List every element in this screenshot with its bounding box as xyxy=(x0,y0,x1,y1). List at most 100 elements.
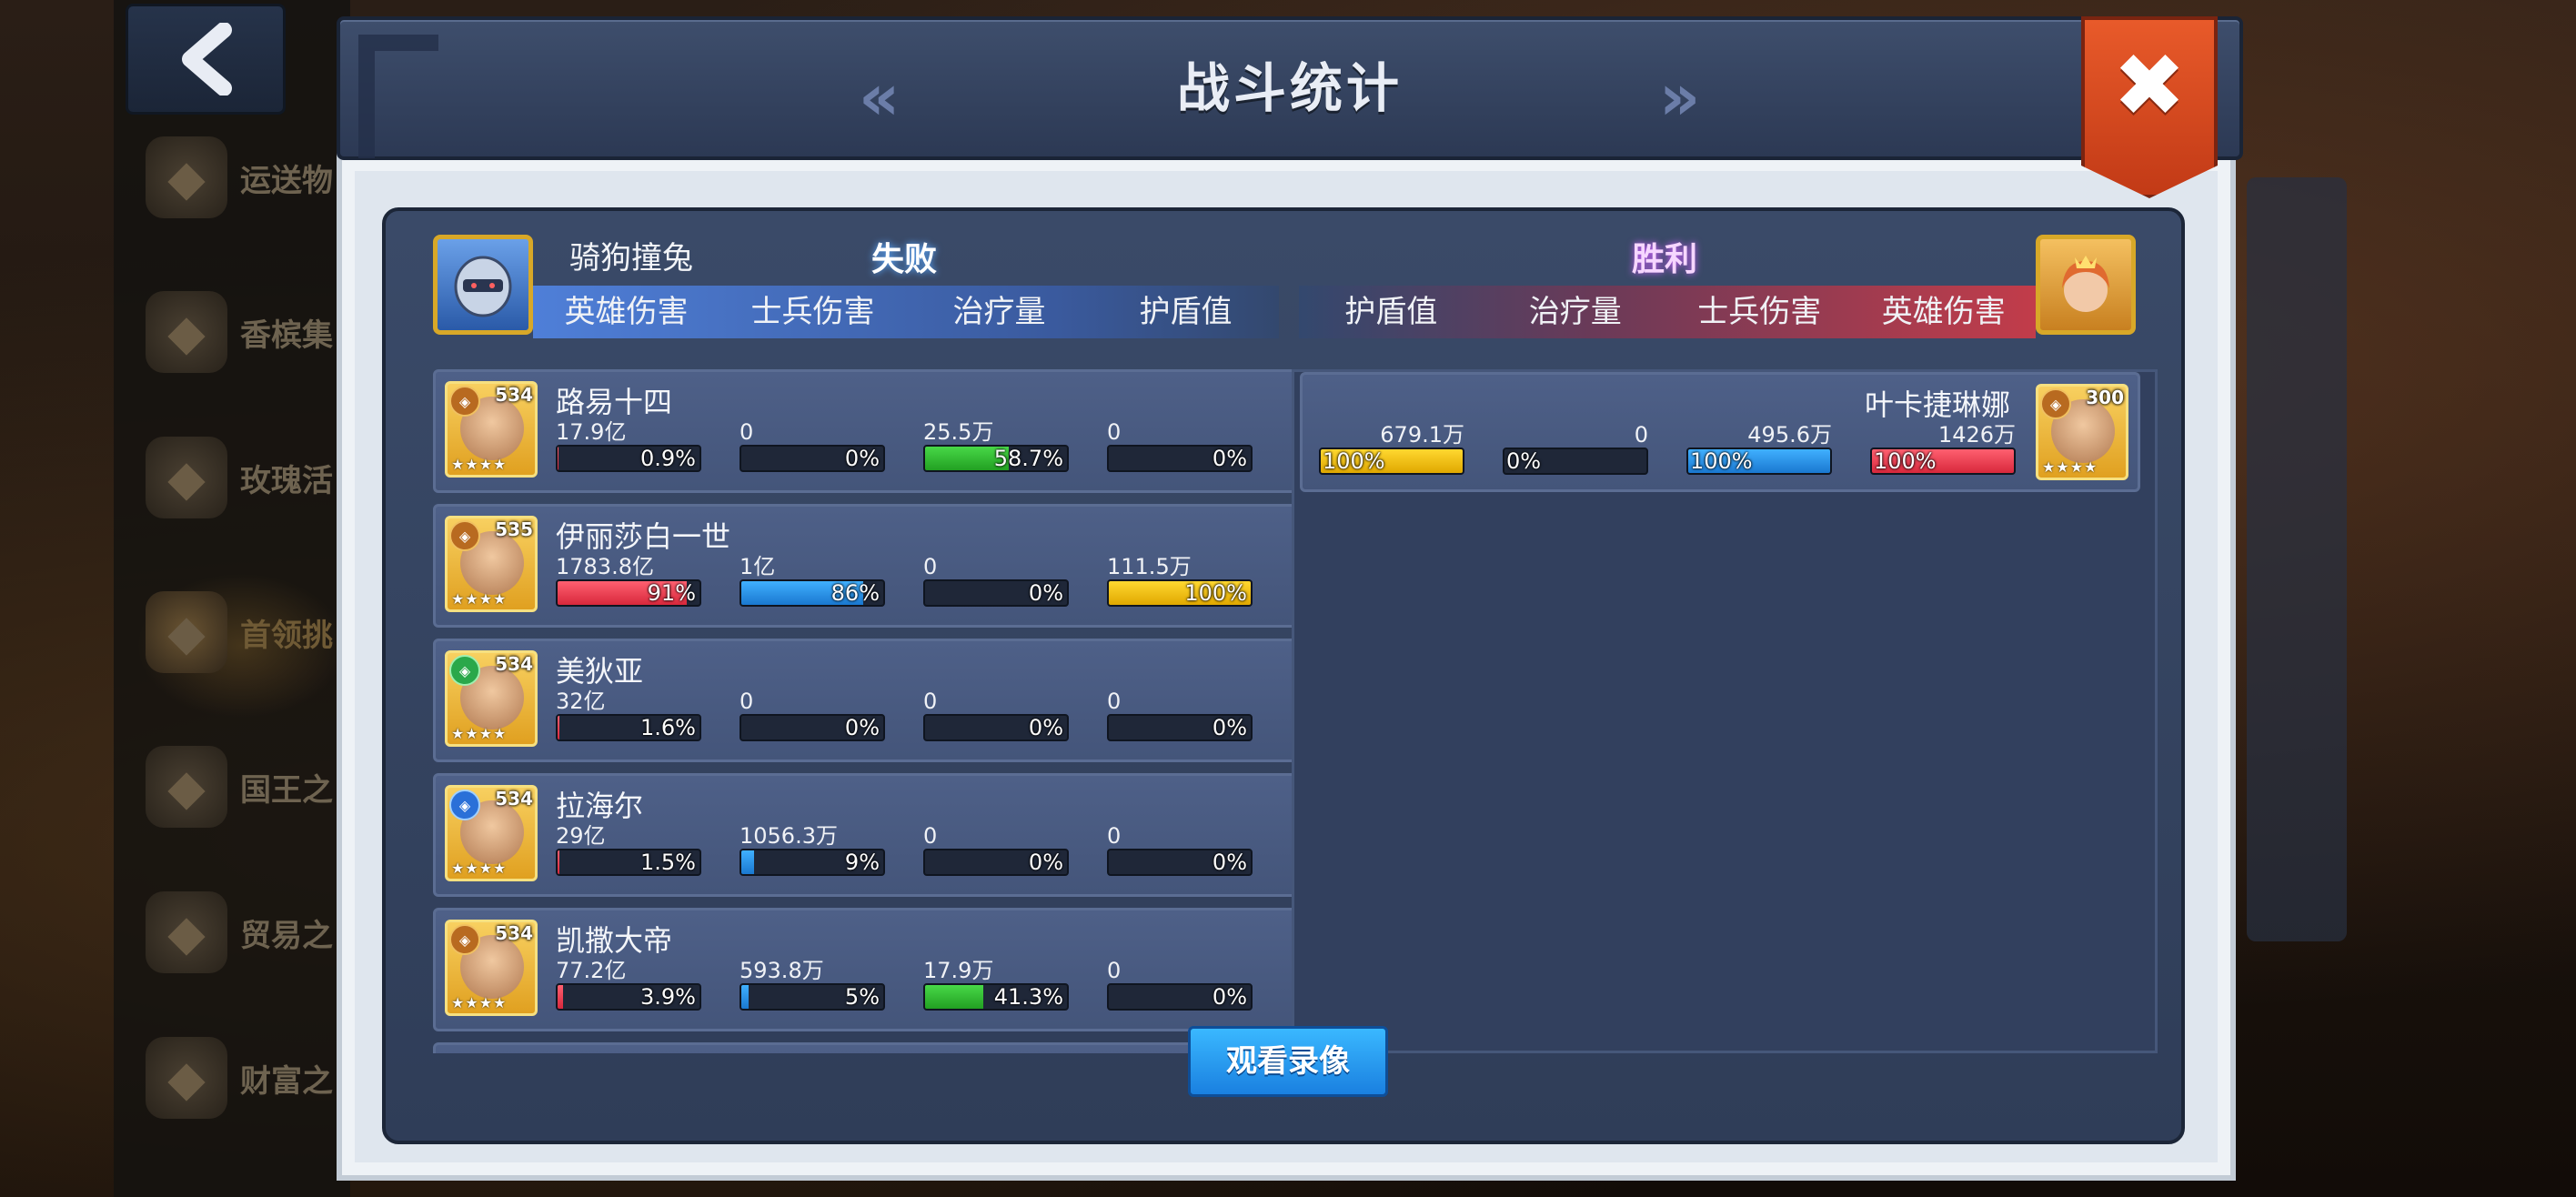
hero-name: 叶卡捷琳娜 xyxy=(1864,387,2010,422)
stat-value: 495.6万 xyxy=(1747,422,1832,448)
column-header: 护盾值 xyxy=(1139,294,1233,330)
star-rating-icon: ★★★★ xyxy=(2042,458,2098,476)
queen-portrait-icon xyxy=(2062,256,2109,312)
watch-replay-button[interactable]: 观看录像 xyxy=(1188,1026,1388,1097)
stat-value: 111.5万 xyxy=(1107,554,1192,579)
stat-cell: 1亿 86% xyxy=(740,554,885,607)
hero-level: 300 xyxy=(2086,387,2124,408)
stat-cell: 593.8万 5% xyxy=(740,958,885,1011)
side-menu-item[interactable]: ◆ 香槟集 xyxy=(146,273,355,391)
stat-cell: 0 0% xyxy=(923,689,1069,741)
hero-row[interactable]: ◈ 534 ★★★★ 美狄亚 32亿 1.6% 0 0% 0 0% 0 0% xyxy=(433,639,1343,762)
player-avatar-left[interactable] xyxy=(433,235,533,335)
hero-level: 534 xyxy=(495,653,533,675)
hero-portrait[interactable]: ◈ 535 ★★★★ xyxy=(445,516,538,612)
stat-bar: 86% xyxy=(740,579,885,607)
stat-value: 1亿 xyxy=(740,554,776,579)
hero-level: 534 xyxy=(495,384,533,406)
result-win: 胜利 xyxy=(1632,241,1698,278)
stat-percent: 100% xyxy=(1184,580,1247,606)
stat-percent: 0% xyxy=(1212,850,1247,875)
stat-cell: 111.5万 100% xyxy=(1107,554,1253,607)
stat-cell: 0 0% xyxy=(740,689,885,741)
stat-value: 0 xyxy=(923,823,938,849)
side-menu-item[interactable]: ◆ 玫瑰活 xyxy=(146,418,355,537)
dialog-title-bar: « 战斗统计 » xyxy=(337,16,2243,160)
stat-bar: 0.9% xyxy=(556,445,701,472)
stat-percent: 41.3% xyxy=(993,984,1063,1010)
stat-bar-fill xyxy=(558,985,564,1009)
stat-bar: 1.6% xyxy=(556,714,701,741)
rose-icon: ◆ xyxy=(146,437,227,518)
column-header: 士兵伤害 xyxy=(750,294,875,330)
map-icon: ◆ xyxy=(146,136,227,218)
hero-name: 凯撒大帝 xyxy=(556,923,673,958)
hero-portrait[interactable]: ◈ 534 ★★★★ xyxy=(445,785,538,881)
column-header: 英雄伤害 xyxy=(564,294,689,330)
stat-value: 1426万 xyxy=(1937,422,2016,448)
stat-percent: 100% xyxy=(1874,448,1937,474)
hero-level: 535 xyxy=(495,518,533,540)
stat-percent: 5% xyxy=(844,984,880,1010)
stat-value: 0 xyxy=(923,689,938,714)
stat-bar: 100% xyxy=(1870,448,2016,475)
stat-percent: 0% xyxy=(1212,984,1247,1010)
stat-bar: 0% xyxy=(923,579,1069,607)
stat-percent: 100% xyxy=(1323,448,1385,474)
stat-cell: 17.9万 41.3% xyxy=(923,958,1069,1011)
stat-bar: 1.5% xyxy=(556,849,701,876)
hero-name: 拉海尔 xyxy=(556,789,644,823)
left-column-headers: 英雄伤害 士兵伤害 治疗量 护盾值 xyxy=(533,286,1279,338)
background-panel-edge xyxy=(2247,177,2347,941)
stat-value: 0 xyxy=(1107,689,1122,714)
stat-bar: 0% xyxy=(740,714,885,741)
stat-percent: 91% xyxy=(647,580,696,606)
right-column-headers: 护盾值 治疗量 士兵伤害 英雄伤害 xyxy=(1299,286,2036,338)
hero-portrait[interactable]: ◈ 300 ★★★★ xyxy=(2036,384,2128,480)
player-avatar-right[interactable] xyxy=(2036,235,2136,335)
side-menu-item[interactable]: ◆ 财富之 xyxy=(146,1019,355,1137)
stat-value: 25.5万 xyxy=(923,419,994,445)
hero-portrait[interactable]: ◈ 534 ★★★★ xyxy=(445,381,538,478)
chevron-left-icon xyxy=(182,23,232,96)
stat-percent: 0% xyxy=(844,715,880,740)
hero-row[interactable]: ◈ 300 ★★★★ 叶卡捷琳娜 679.1万 100% 0 0% 495.6万 100% 1426… xyxy=(1300,372,2140,492)
stat-cell: 77.2亿 3.9% xyxy=(556,958,701,1011)
stat-cell: 495.6万 100% xyxy=(1686,422,1832,475)
close-button[interactable]: ✖ xyxy=(2081,16,2218,198)
stat-cell: 25.5万 58.7% xyxy=(923,419,1069,472)
hero-row[interactable]: ◈ 535 ★★★★ 伊丽莎白一世 1783.8亿 91% 1亿 86% 0 0% 111.5万 10… xyxy=(433,504,1343,628)
stat-value: 1783.8亿 xyxy=(556,554,654,579)
stat-value: 0 xyxy=(740,689,754,714)
stat-percent: 0% xyxy=(1212,446,1247,471)
faction-icon: ◈ xyxy=(449,520,480,551)
next-arrow-icon[interactable]: » xyxy=(1659,65,1700,129)
stat-bar: 91% xyxy=(556,579,701,607)
stat-percent: 1.6% xyxy=(640,715,696,740)
left-hero-list[interactable]: ◈ 534 ★★★★ 路易十四 17.9亿 0.9% 0 0% 25.5万 58.7% 0 0% ◈ 53… xyxy=(433,369,1370,1053)
side-menu-item[interactable]: ◆ 运送物 xyxy=(146,118,355,236)
side-menu-item[interactable]: ◆ 贸易之 xyxy=(146,873,355,991)
side-menu-item[interactable]: ◆ 国王之 xyxy=(146,728,355,846)
hero-name: 路易十四 xyxy=(556,385,673,419)
star-rating-icon: ★★★★ xyxy=(451,860,508,877)
back-button[interactable] xyxy=(126,4,286,115)
side-menu-label: 贸易之 xyxy=(240,917,333,954)
stat-value: 0 xyxy=(923,554,938,579)
stat-bar: 0% xyxy=(740,445,885,472)
stat-percent: 100% xyxy=(1690,448,1753,474)
stat-cell: 0 0% xyxy=(923,823,1069,876)
column-header: 治疗量 xyxy=(1528,294,1622,330)
side-menu-item[interactable]: ◆ 首领挑 xyxy=(146,573,355,691)
stat-bar: 0% xyxy=(923,849,1069,876)
hero-row[interactable]: ◈ 534 ★★★★ 凯撒大帝 77.2亿 3.9% 593.8万 5% 17.9万 41.3% 0… xyxy=(433,908,1343,1031)
hero-portrait[interactable]: ◈ 534 ★★★★ xyxy=(445,920,538,1016)
hero-level: 534 xyxy=(495,922,533,944)
hero-portrait[interactable]: ◈ 534 ★★★★ xyxy=(445,650,538,747)
right-hero-list[interactable]: ◈ 300 ★★★★ 叶卡捷琳娜 679.1万 100% 0 0% 495.6万 100% 1426… xyxy=(1292,369,2158,1053)
knight-helmet-icon xyxy=(454,256,512,317)
hero-row[interactable]: ◈ 534 ★★★★ 路易十四 17.9亿 0.9% 0 0% 25.5万 58.7% 0 0% xyxy=(433,369,1343,493)
hero-row[interactable]: ◈ 534 ★★★★ 拉海尔 29亿 1.5% 1056.3万 9% 0 0% 0 0% xyxy=(433,773,1343,897)
trade-icon: ◆ xyxy=(146,891,227,973)
close-icon: ✖ xyxy=(2112,35,2187,136)
